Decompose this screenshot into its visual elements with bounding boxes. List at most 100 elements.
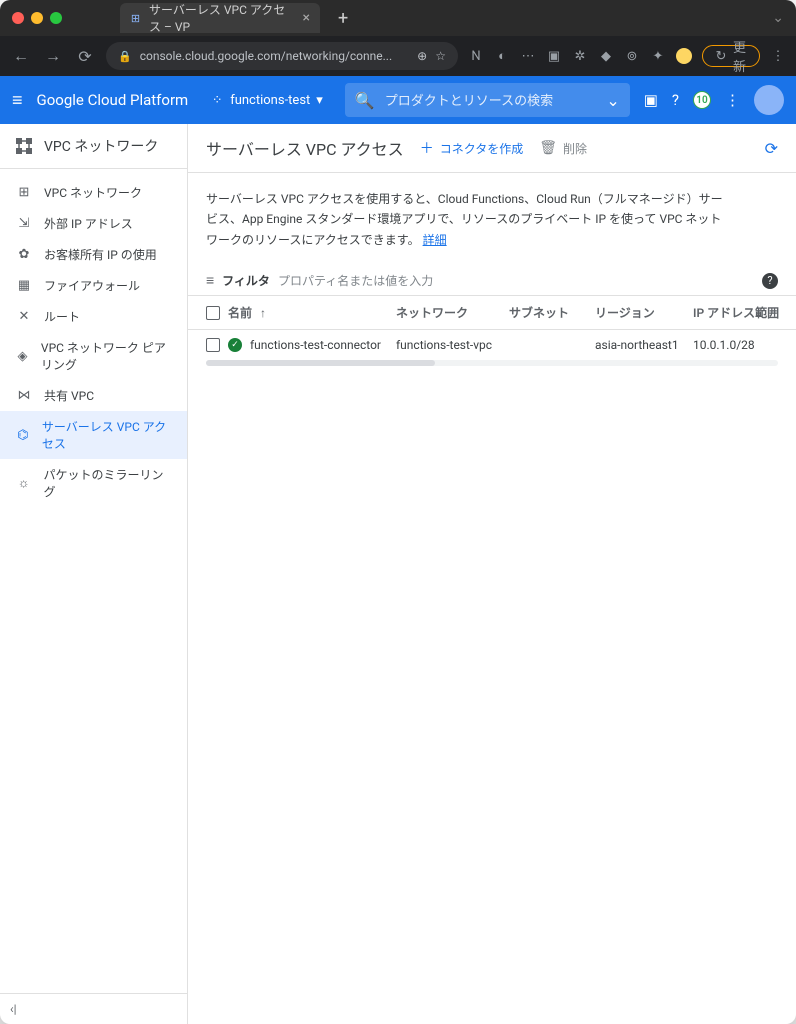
select-all-checkbox[interactable] [206,306,220,320]
sidebar-item-label: パケットのミラーリング [43,466,171,500]
col-network[interactable]: ネットワーク [396,304,501,321]
tab-title: サーバーレス VPC アクセス – VP [149,1,289,35]
sidebar-item-label: お客様所有 IP の使用 [44,246,157,263]
more-icon[interactable]: ⋮ [725,91,740,109]
table-row[interactable]: ✓functions-test-connector functions-test-… [188,329,796,360]
update-label: 更新 [733,48,749,64]
main-content: サーバーレス VPC アクセス ＋ コネクタを作成 🗑 削除 ⟳ サーバーレス … [188,124,796,1024]
help-icon[interactable]: ? [672,91,679,109]
console-icon[interactable]: ▣ [644,91,658,109]
address-bar[interactable]: 🔒 console.cloud.google.com/networking/co… [106,42,458,70]
col-region[interactable]: リージョン [595,304,685,321]
sidebar-item-icon: ☼ [16,475,31,491]
search-input[interactable] [385,93,597,108]
new-tab-button[interactable]: + [338,8,348,29]
forward-button[interactable]: → [42,46,64,66]
traffic-lights [12,12,62,24]
col-name[interactable]: 名前 ↑ [228,304,388,321]
cell-name: ✓functions-test-connector [228,338,388,352]
sidebar-item-1[interactable]: ⇲外部 IP アドレス [0,208,187,239]
sidebar-item-icon: ✕ [16,309,32,324]
create-connector-button[interactable]: ＋ コネクタを作成 [420,138,524,158]
delete-button[interactable]: 🗑 削除 [539,140,587,157]
ext-icon-7[interactable]: ⊚ [624,48,640,64]
row-checkbox[interactable] [206,338,220,352]
search-bar[interactable]: 🔍 ⌄ [345,83,630,117]
sidebar-item-2[interactable]: ✿お客様所有 IP の使用 [0,239,187,270]
sidebar-collapse-button[interactable]: ‹| [0,993,187,1024]
sidebar-item-7[interactable]: ⌬ サーバーレス VPC アクセス [0,411,187,459]
search-icon: 🔍 [355,91,375,110]
sidebar-item-4[interactable]: ✕ルート [0,301,187,332]
browser-update-button[interactable]: ↻ 更新 [702,45,760,67]
nav-menu-icon[interactable]: ≡ [12,90,23,111]
search-in-page-icon[interactable]: ⊕ [417,49,427,63]
ext-icon-5[interactable]: ✲ [572,48,588,64]
ext-icon-3[interactable]: ⋯ [520,48,536,64]
filter-help-icon[interactable]: ? [762,273,778,289]
sidebar-item-0[interactable]: ⊞ VPC ネットワーク [0,177,187,208]
col-ip-range[interactable]: IP アドレス範囲 [693,304,783,321]
cell-region: asia-northeast1 [595,338,685,352]
sidebar-item-label: サーバーレス VPC アクセス [42,418,171,452]
scrollbar-thumb[interactable] [206,360,435,366]
sidebar-title[interactable]: VPC ネットワーク [0,124,187,169]
sort-asc-icon: ↑ [260,306,266,320]
connectors-table: 名前 ↑ ネットワーク サブネット リージョン IP アドレス範囲 ✓funct… [188,295,796,366]
page-header: サーバーレス VPC アクセス ＋ コネクタを作成 🗑 削除 ⟳ [188,124,796,173]
sidebar-item-icon: ⋈ [16,388,32,403]
refresh-button[interactable]: ⟳ [765,139,778,158]
search-dropdown-icon[interactable]: ⌄ [606,91,619,110]
update-arrow-icon: ↻ [713,48,729,64]
url-text: console.cloud.google.com/networking/conn… [140,49,392,63]
sidebar-item-8[interactable]: ☼ パケットのミラーリング [0,459,187,507]
reload-button[interactable]: ⟳ [74,47,96,66]
create-label: コネクタを作成 [440,140,524,157]
filter-icon: ≡ [206,272,214,289]
delete-label: 削除 [563,140,587,157]
notifications-badge[interactable]: 10 [693,91,711,109]
platform-name[interactable]: Google Cloud Platform [37,91,189,109]
account-avatar[interactable] [754,85,784,115]
extensions-puzzle-icon[interactable]: ✦ [650,48,666,64]
status-ok-icon: ✓ [228,338,242,352]
ext-avatar-icon[interactable] [676,48,692,64]
tab-close-icon[interactable]: × [303,10,310,26]
close-window-icon[interactable] [12,12,24,24]
sidebar-item-icon: ◈ [16,349,29,364]
col-subnet[interactable]: サブネット [509,304,587,321]
sidebar-item-3[interactable]: ▦ファイアウォール [0,270,187,301]
extension-tray: N ◐ ⋯ ▣ ✲ ◆ ⊚ ✦ ↻ 更新 ⋮ [468,45,786,67]
sidebar-item-label: VPC ネットワーク [44,184,142,201]
horizontal-scrollbar[interactable] [206,360,778,366]
ext-notion-icon[interactable]: N [468,48,484,64]
sidebar-item-icon: ▦ [16,278,32,293]
cell-network: functions-test-vpc [396,338,501,352]
filter-input[interactable] [278,274,754,288]
sidebar-item-5[interactable]: ◈VPC ネットワーク ピアリング [0,332,187,380]
bookmark-star-icon[interactable]: ☆ [435,49,446,63]
learn-more-link[interactable]: 詳細 [423,233,447,247]
browser-tab[interactable]: ⊞ サーバーレス VPC アクセス – VP × [120,3,320,33]
page-title: サーバーレス VPC アクセス [206,136,404,160]
page-description: サーバーレス VPC アクセスを使用すると、Cloud Functions、Cl… [188,173,748,266]
project-selector[interactable]: ⁘ functions-test ▾ [202,89,331,112]
vpc-network-icon [14,136,34,156]
sidebar-item-icon: ⊞ [16,185,32,200]
browser-menu-icon[interactable]: ⋮ [770,48,786,64]
sidebar-item-6[interactable]: ⋈共有 VPC [0,380,187,411]
sidebar-item-label: 外部 IP アドレス [44,215,133,232]
table-header-row: 名前 ↑ ネットワーク サブネット リージョン IP アドレス範囲 [188,295,796,329]
trash-icon: 🗑 [539,140,557,156]
back-button[interactable]: ← [10,46,32,66]
ext-icon-2[interactable]: ◐ [494,48,510,64]
project-icon: ⁘ [210,93,224,107]
ext-icon-6[interactable]: ◆ [598,48,614,64]
sidebar-item-icon: ⌬ [16,428,30,443]
filter-title: フィルタ [222,272,270,289]
sidebar: VPC ネットワーク ⊞ VPC ネットワーク ⇲外部 IP アドレス✿お客様所有 … [0,124,188,1024]
zoom-window-icon[interactable] [50,12,62,24]
minimize-window-icon[interactable] [31,12,43,24]
window-menu-icon[interactable]: ⌄ [772,10,784,26]
ext-icon-4[interactable]: ▣ [546,48,562,64]
